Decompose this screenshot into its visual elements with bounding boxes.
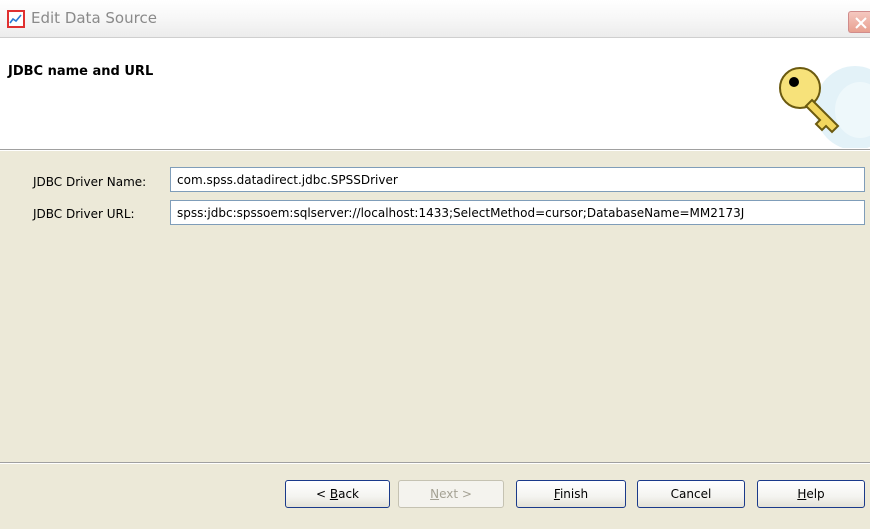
help-button-label: elp [806,487,825,501]
finish-button-label: inish [559,487,589,501]
next-button-mnemonic: N [430,487,440,501]
wizard-header: JDBC name and URL [0,38,870,149]
back-button-mnemonic: B [329,487,339,501]
title-bar: Edit Data Source [0,0,870,38]
back-button-prefix: < [315,487,330,501]
driver-name-field[interactable] [170,167,865,192]
driver-name-label: JDBC Driver Name: [33,175,147,189]
page-title: JDBC name and URL [8,64,154,79]
cancel-button-label: Cancel [670,487,712,501]
window-title: Edit Data Source [31,9,157,27]
help-button[interactable]: Help [757,480,865,508]
driver-url-label: JDBC Driver URL: [33,207,135,221]
cancel-button[interactable]: Cancel [637,480,745,508]
chart-icon [7,10,25,28]
finish-button[interactable]: Finish [516,480,626,508]
back-button[interactable]: < Back [285,480,390,508]
close-icon [855,17,867,29]
back-button-label: ack [338,487,359,501]
next-button-label: ext > [439,487,472,501]
key-icon [760,48,870,149]
footer-divider [0,462,870,464]
help-button-mnemonic: H [797,487,807,501]
close-button[interactable] [848,11,870,33]
driver-url-field[interactable] [170,200,865,225]
header-divider [0,149,870,151]
next-button[interactable]: Next > [398,480,504,508]
